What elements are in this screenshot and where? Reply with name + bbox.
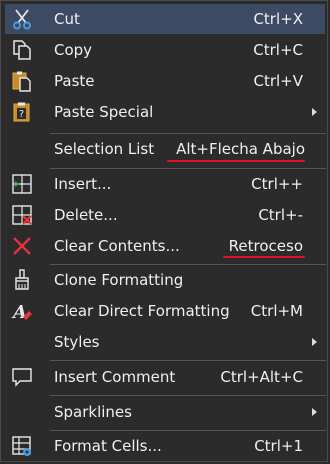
menu-item-paste-special[interactable]: ? Paste Special: [5, 97, 325, 127]
clear-x-icon: [13, 237, 31, 255]
svg-text:A: A: [11, 302, 27, 322]
menu-item-delete[interactable]: Delete... Ctrl+-: [5, 200, 325, 230]
shortcut-label: Ctrl+C: [253, 41, 303, 59]
red-underline-annotation: [167, 160, 305, 162]
separator: [50, 395, 326, 396]
shortcut-label: Alt+Flecha Abajo: [176, 140, 305, 158]
format-cells-icon: [12, 436, 31, 456]
menu-item-label: Insert...: [54, 175, 112, 193]
shortcut-label: Ctrl+V: [253, 72, 303, 90]
menu-item-label: Paste: [54, 72, 95, 90]
shortcut-label: Ctrl+-: [258, 206, 303, 224]
paste-special-icon: ?: [13, 102, 30, 122]
separator: [50, 360, 326, 361]
clear-formatting-icon: A: [11, 302, 32, 322]
menu-item-copy[interactable]: Copy Ctrl+C: [5, 35, 325, 65]
red-underline-annotation: [223, 256, 305, 258]
menu-item-clone-formatting[interactable]: Clone Formatting: [5, 265, 325, 295]
shortcut-label: Ctrl+Alt+C: [220, 368, 303, 386]
menu-item-label: Cut: [54, 10, 80, 28]
menu-item-format-cells[interactable]: Format Cells... Ctrl+1: [5, 431, 325, 461]
menu-item-label: Clear Direct Formatting: [54, 302, 230, 320]
scissors-icon: [13, 9, 31, 30]
menu-item-label: Selection List: [54, 140, 155, 158]
submenu-arrow-icon: [312, 108, 317, 116]
shortcut-label: Ctrl+M: [250, 302, 303, 320]
context-menu: Cut Ctrl+X Copy Ctrl+C Paste Ctrl+V ? Pa…: [0, 0, 328, 462]
copy-icon: [13, 40, 31, 60]
shortcut-label: Retroceso: [228, 237, 303, 255]
submenu-arrow-icon: [312, 338, 317, 346]
menu-item-sparklines[interactable]: Sparklines: [5, 397, 325, 427]
menu-item-label: Clone Formatting: [54, 271, 184, 289]
menu-item-label: Clear Contents...: [54, 237, 180, 255]
menu-item-styles[interactable]: Styles: [5, 327, 325, 357]
paste-icon: [12, 71, 31, 92]
insert-cells-icon: [12, 174, 32, 194]
menu-item-label: Copy: [54, 41, 93, 59]
menu-item-clear-direct-formatting[interactable]: A Clear Direct Formatting Ctrl+M: [5, 296, 325, 326]
svg-text:?: ?: [19, 109, 24, 120]
menu-item-insert-comment[interactable]: Insert Comment Ctrl+Alt+C: [5, 362, 325, 392]
menu-item-label: Delete...: [54, 206, 118, 224]
menu-item-cut[interactable]: Cut Ctrl+X: [5, 4, 325, 34]
shortcut-label: Ctrl+1: [254, 437, 303, 455]
menu-item-label: Paste Special: [54, 103, 154, 121]
menu-item-paste[interactable]: Paste Ctrl+V: [5, 66, 325, 96]
delete-cells-icon: [12, 205, 32, 225]
menu-item-insert[interactable]: Insert... Ctrl++: [5, 169, 325, 199]
menu-item-label: Insert Comment: [54, 368, 176, 386]
comment-icon: [12, 368, 32, 387]
submenu-arrow-icon: [312, 408, 317, 416]
menu-item-label: Format Cells...: [54, 437, 162, 455]
shortcut-label: Ctrl++: [251, 175, 303, 193]
menu-item-label: Styles: [54, 333, 100, 351]
menu-item-label: Sparklines: [54, 403, 132, 421]
shortcut-label: Ctrl+X: [253, 10, 303, 28]
paintbrush-icon: [15, 269, 29, 290]
